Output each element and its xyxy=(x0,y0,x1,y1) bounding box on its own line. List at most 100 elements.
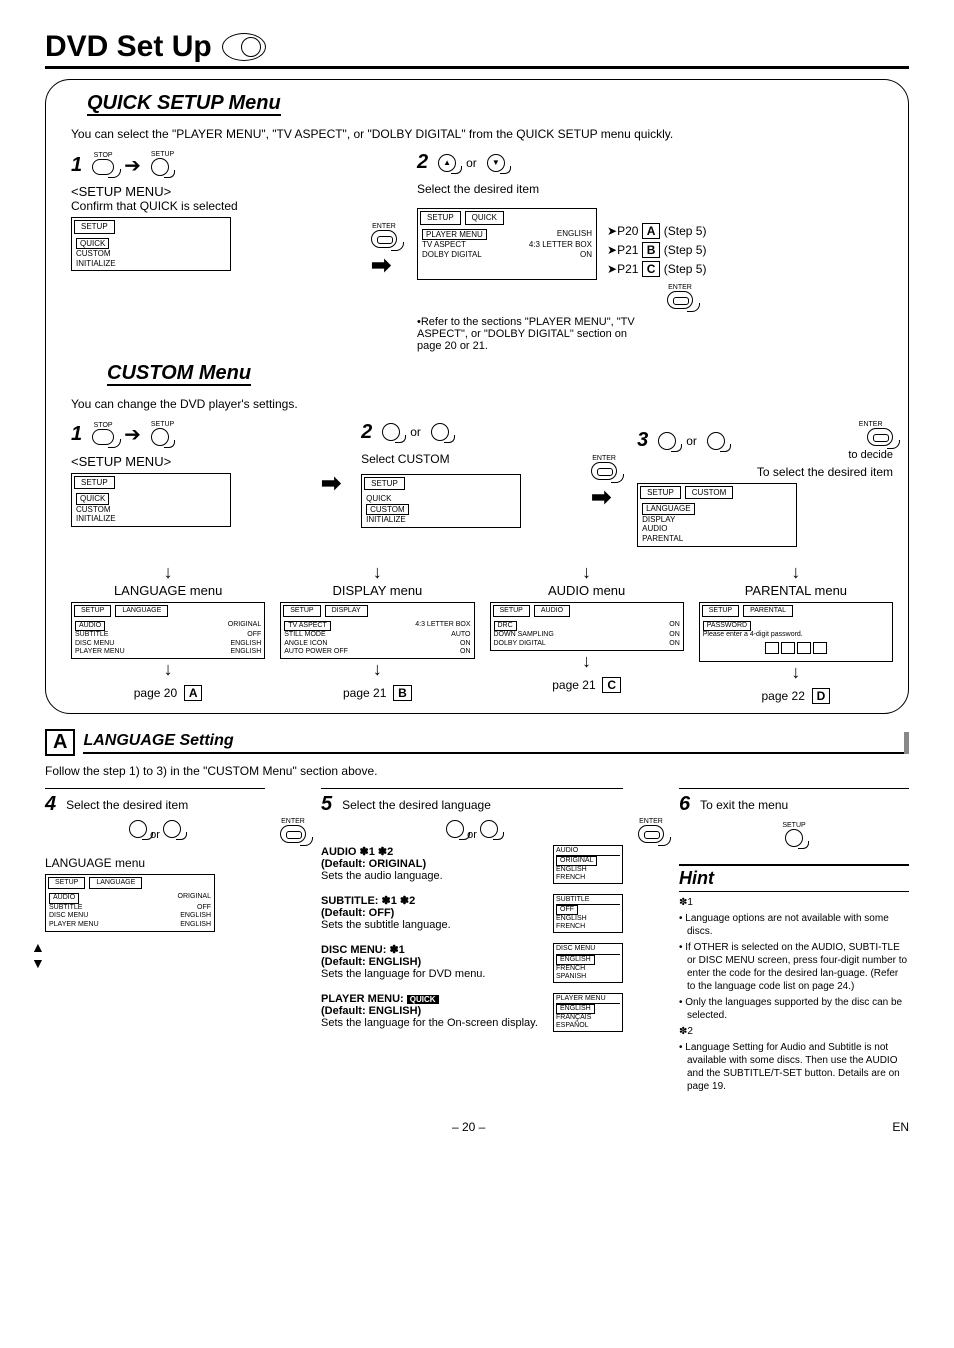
or-text: or xyxy=(466,156,477,170)
osd-tab: SETUP xyxy=(74,220,115,234)
opt-player: PLAYER MENU: QUICK (Default: ENGLISH) Se… xyxy=(321,993,623,1032)
language-setting-header: A LANGUAGE Setting xyxy=(45,729,909,756)
setup-menu-label: <SETUP MENU> xyxy=(71,184,351,199)
osd-item: DOLBY DIGITAL xyxy=(422,250,482,260)
step-number: 1 xyxy=(71,154,82,177)
enter-button-icon xyxy=(638,825,664,843)
lang-step-5: 5 Select the desired language or AUDIO ✽… xyxy=(321,788,623,1042)
custom-step-2: 2 or Select CUSTOM SETUP QUICK CUSTOM IN… xyxy=(361,421,571,528)
quick-note: •Refer to the sections "PLAYER MENU", "T… xyxy=(417,316,647,352)
language-title: LANGUAGE Setting xyxy=(83,732,909,754)
osd-lang: SETUPLANGUAGE AUDIOORIGINAL SUBTITLEOFF … xyxy=(71,602,265,660)
stop-label: STOP xyxy=(92,152,114,159)
ref-c: ➤P21 C (Step 5) xyxy=(607,260,706,279)
page-title: DVD Set Up xyxy=(45,30,909,64)
enter-button-icon xyxy=(591,462,617,480)
setup-menu-label: <SETUP MENU> xyxy=(71,454,301,469)
arrow-right-icon: ➔ xyxy=(124,422,141,447)
up-button-icon: ▲ xyxy=(438,154,456,172)
opt-disc: DISC MENU: ✽1 (Default: ENGLISH) Sets th… xyxy=(321,943,623,982)
hint-box: Hint ✽1 • Language options are not avail… xyxy=(679,864,909,1100)
hint-item: • Language Setting for Audio and Subtitl… xyxy=(679,1041,909,1093)
setup-button-icon xyxy=(151,158,169,176)
osd-tab: SETUP xyxy=(420,211,461,225)
hint-title: Hint xyxy=(679,866,909,892)
osd-quick-1: SETUP QUICK CUSTOM INITIALIZE xyxy=(71,217,231,271)
page-number: – 20 – xyxy=(452,1120,485,1134)
osd-item: TV ASPECT xyxy=(422,240,466,250)
osd-item: INITIALIZE xyxy=(76,259,226,269)
custom-intro: You can change the DVD player's settings… xyxy=(71,397,893,411)
step2-label: Select CUSTOM xyxy=(361,452,571,466)
osd-opt-disc: DISC MENU ENGLISH FRENCH SPANISH xyxy=(553,943,623,982)
down-button-icon xyxy=(163,820,181,838)
arrow-right-icon: ➡ xyxy=(371,251,397,280)
lang-step-4: 4 Select the desired item or LANGUAGE me… xyxy=(45,788,265,932)
setup-button-icon xyxy=(151,428,169,446)
language-intro: Follow the step 1) to 3) in the "CUSTOM … xyxy=(45,764,909,778)
ref-b: ➤P21 B (Step 5) xyxy=(607,241,706,260)
osd-audio: SETUPAUDIO DRCON DOWN SAMPLINGON DOLBY D… xyxy=(490,602,684,652)
hint-item: • If OTHER is selected on the AUDIO, SUB… xyxy=(679,941,909,993)
osd-opt-audio: AUDIO ORIGINAL ENGLISH FRENCH xyxy=(553,845,623,884)
footer: – 20 – EN xyxy=(45,1120,909,1134)
hint-item: • Only the languages supported by the di… xyxy=(679,996,909,1022)
title-text: DVD Set Up xyxy=(45,30,212,64)
up-button-icon xyxy=(129,820,147,838)
custom-title-wrap: CUSTOM Menu xyxy=(101,362,257,385)
enter-button-icon xyxy=(867,428,893,446)
ref-a: ➤P20 A (Step 5) xyxy=(607,222,706,241)
osd-custom-2: SETUP QUICK CUSTOM INITIALIZE xyxy=(361,474,521,528)
quick-title: QUICK SETUP Menu xyxy=(87,92,281,114)
quick-intro: You can select the "PLAYER MENU", "TV AS… xyxy=(71,127,893,141)
quick-step-1: 1 STOP ➔ SETUP <SETUP MENU> Confirm that… xyxy=(71,151,351,271)
stop-button-icon xyxy=(92,159,114,175)
osd-lang-step4: SETUPLANGUAGE AUDIOORIGINAL SUBTITLEOFF … xyxy=(45,874,215,932)
osd-opt-sub: SUBTITLE OFF ENGLISH FRENCH xyxy=(553,894,623,933)
display-menu-col: ↓ DISPLAY menu SETUPDISPLAY TV ASPECT4:3… xyxy=(280,562,474,704)
osd-value: 4:3 LETTER BOX xyxy=(529,240,592,250)
enter-label: ENTER xyxy=(371,223,397,230)
osd-value: ENGLISH xyxy=(557,229,592,241)
osd-custom-3: SETUPCUSTOM LANGUAGE DISPLAY AUDIO PAREN… xyxy=(637,483,797,547)
custom-title: CUSTOM Menu xyxy=(107,362,251,384)
osd-parental: SETUPPARENTAL PASSWORD Please enter a 4-… xyxy=(699,602,893,663)
custom-step-1: 1 STOP ➔ SETUP <SETUP MENU> SETUP QUICK … xyxy=(71,421,301,527)
dvd-icon xyxy=(222,33,266,61)
osd-item: PLAYER MENU xyxy=(422,229,487,241)
enter-button-icon xyxy=(371,230,397,248)
page-lang: EN xyxy=(892,1120,909,1134)
osd-item: QUICK xyxy=(76,238,109,250)
osd-value: ON xyxy=(580,250,592,260)
language-menu-label: LANGUAGE menu xyxy=(45,856,265,870)
opt-audio: AUDIO ✽1 ✽2 (Default: ORIGINAL) Sets the… xyxy=(321,845,623,884)
osd-disp: SETUPDISPLAY TV ASPECT4:3 LETTER BOX STI… xyxy=(280,602,474,660)
setup-label: SETUP xyxy=(151,151,174,158)
enter-label: ENTER xyxy=(467,284,893,291)
up-button-icon xyxy=(658,432,676,450)
hint-item: • Language options are not available wit… xyxy=(679,912,909,938)
osd-tab: QUICK xyxy=(465,211,504,225)
down-button-icon: ▼ xyxy=(487,154,505,172)
osd-custom-1: SETUP QUICK CUSTOM INITIALIZE xyxy=(71,473,231,527)
menu-row: ↓ LANGUAGE menu SETUPLANGUAGE AUDIOORIGI… xyxy=(71,562,893,704)
audio-menu-col: ↓ AUDIO menu SETUPAUDIO DRCON DOWN SAMPL… xyxy=(490,562,684,704)
stop-button-icon xyxy=(92,429,114,445)
enter-button-icon xyxy=(667,291,693,309)
setup-button-icon xyxy=(785,829,803,847)
step-number: 2 xyxy=(417,151,428,174)
enter-button-icon xyxy=(280,825,306,843)
step3-label: To select the desired item xyxy=(637,465,893,479)
osd-quick-2: SETUP QUICK PLAYER MENU ENGLISH TV ASPECT 4… xyxy=(417,208,597,280)
confirm-text: Confirm that QUICK is selected xyxy=(71,199,351,213)
osd-item: CUSTOM xyxy=(76,249,226,259)
arrow-right-icon: ➡ xyxy=(591,483,617,512)
quick-step-2: 2 ▲ or ▼ Select the desired item SETUPQU… xyxy=(417,151,893,352)
language-menu-col: ↓ LANGUAGE menu SETUPLANGUAGE AUDIOORIGI… xyxy=(71,562,265,704)
lang-step-6: 6 To exit the menu SETUP Hint ✽1 • Langu… xyxy=(679,788,909,1100)
main-container: QUICK SETUP Menu You can select the "PLA… xyxy=(45,79,909,714)
osd-opt-player: PLAYER MENU ENGLISH FRANÇAIS ESPAÑOL xyxy=(553,993,623,1032)
down-button-icon xyxy=(480,820,498,838)
down-button-icon xyxy=(707,432,725,450)
down-button-icon xyxy=(431,423,449,441)
